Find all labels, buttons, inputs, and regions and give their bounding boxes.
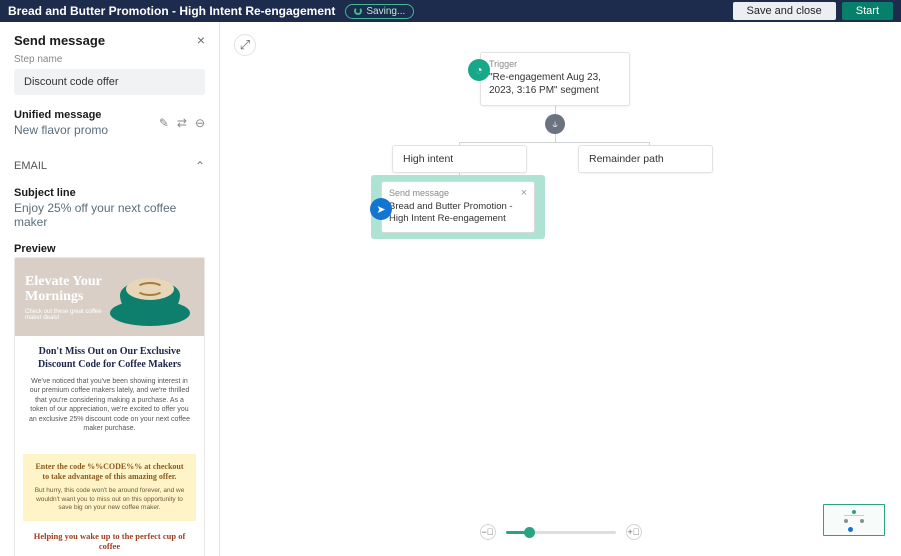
top-bar: Bread and Butter Promotion - High Intent… xyxy=(0,0,901,22)
subject-line-label: Subject line xyxy=(0,183,219,201)
path-node-remainder[interactable]: Remainder path xyxy=(578,145,713,173)
email-body-heading: Don't Miss Out on Our Exclusive Discount… xyxy=(27,346,192,371)
coffee-cup-image xyxy=(106,264,194,330)
email-promo-sub: But hurry, this code won't be around for… xyxy=(33,487,186,512)
zoom-in-button[interactable]: +⃝ xyxy=(626,524,642,540)
saving-label: Saving... xyxy=(366,6,405,17)
side-panel: Send message × Step name Unified message… xyxy=(0,22,220,556)
swap-icon[interactable]: ⇄ xyxy=(177,116,187,130)
path-node-high-intent[interactable]: High intent xyxy=(392,145,527,173)
remove-icon[interactable]: ⊖ xyxy=(195,116,205,130)
zoom-slider[interactable] xyxy=(506,531,616,534)
email-channel-label: EMAIL xyxy=(14,160,47,172)
edit-icon[interactable]: ✎ xyxy=(159,116,169,130)
save-close-button[interactable]: Save and close xyxy=(733,2,836,20)
email-promo-box: Enter the code %%CODE%% at checkout to t… xyxy=(23,454,196,521)
split-icon[interactable]: ⫝ xyxy=(545,114,565,134)
spinner-icon xyxy=(354,7,362,15)
step-name-input[interactable] xyxy=(14,69,205,95)
path-left-label: High intent xyxy=(403,153,453,165)
zoom-out-button[interactable]: −⃝ xyxy=(480,524,496,540)
zoom-control: −⃝ +⃝ xyxy=(480,524,642,540)
email-preview: Elevate Your Mornings Check out these gr… xyxy=(0,257,219,556)
trigger-node[interactable]: ◔ Trigger "Re-engagement Aug 23, 2023, 3… xyxy=(480,52,630,106)
connector-line xyxy=(459,142,649,143)
email-hero-sub: Check out these great coffee maker deals… xyxy=(25,309,110,321)
expand-icon[interactable]: ⤢ xyxy=(234,34,256,56)
email-footer-line: Helping you wake up to the perfect cup o… xyxy=(15,531,204,556)
zoom-handle[interactable] xyxy=(524,527,535,538)
trigger-node-label: Trigger xyxy=(489,59,621,69)
email-hero: Elevate Your Mornings Check out these gr… xyxy=(15,258,204,336)
saving-indicator: Saving... xyxy=(345,4,414,19)
preview-label: Preview xyxy=(0,239,219,257)
subject-line-value: Enjoy 25% off your next coffee maker xyxy=(0,201,219,239)
email-section-toggle[interactable]: EMAIL ⌃ xyxy=(0,149,219,183)
start-button[interactable]: Start xyxy=(842,2,893,20)
message-node-title: Bread and Butter Promotion - High Intent… xyxy=(389,201,527,225)
unified-message-label: Unified message xyxy=(14,109,108,121)
email-promo-lead: Enter the code %%CODE%% at checkout to t… xyxy=(33,462,186,483)
journey-canvas[interactable]: ⤢ ◔ Trigger "Re-engagement Aug 23, 2023,… xyxy=(220,22,901,556)
close-icon[interactable]: × xyxy=(197,32,205,48)
message-node-selection: ➤ Send message × Bread and Butter Promot… xyxy=(371,175,545,239)
unified-message-value: New flavor promo xyxy=(14,123,108,137)
close-icon[interactable]: × xyxy=(521,187,527,199)
send-message-node[interactable]: ➤ Send message × Bread and Butter Promot… xyxy=(381,181,535,233)
step-name-label: Step name xyxy=(0,54,219,69)
message-node-label: Send message xyxy=(389,188,449,198)
panel-title: Send message xyxy=(14,33,105,48)
page-title: Bread and Butter Promotion - High Intent… xyxy=(8,4,335,18)
email-body-paragraph: We've noticed that you've been showing i… xyxy=(27,377,192,434)
trigger-icon: ◔ xyxy=(468,59,490,81)
minimap[interactable] xyxy=(823,504,885,536)
connector-line xyxy=(555,134,556,142)
chevron-up-icon: ⌃ xyxy=(195,159,205,173)
trigger-node-text: "Re-engagement Aug 23, 2023, 3:16 PM" se… xyxy=(489,71,621,97)
send-icon: ➤ xyxy=(370,198,392,220)
path-right-label: Remainder path xyxy=(589,153,664,165)
